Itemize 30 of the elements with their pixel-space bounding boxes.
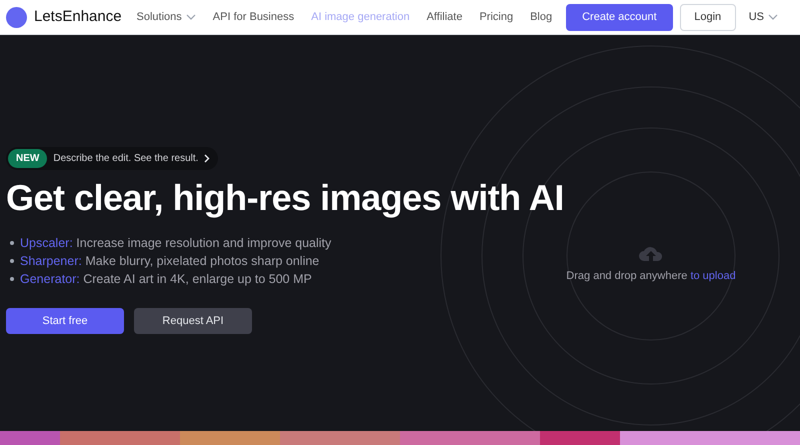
bullet-icon [10,259,14,263]
locale-dropdown[interactable]: US [748,8,778,26]
chevron-right-icon [204,154,210,163]
hero-heading: Get clear, high-res images with AI [6,176,565,220]
announcement-pill[interactable]: NEW Describe the edit. See the result. [6,147,218,170]
create-account-button[interactable]: Create account [566,4,673,30]
feature-link[interactable]: Generator: [20,272,80,286]
bullet-icon [10,277,14,281]
nav-link[interactable]: Pricing [479,8,514,26]
nav-link[interactable]: Affiliate [426,8,462,26]
nav-link[interactable]: API for Business [212,8,294,26]
feature-text: Generator: Create AI art in 4K, enlarge up to 500 MP [20,270,312,288]
announcement-text: Describe the edit. See the result. [53,152,198,166]
brand-name[interactable]: LetsEnhance [34,6,122,28]
caret-icon [768,14,778,20]
feature-text: Sharpener: Make blurry, pixelated photos sharp online [20,252,320,270]
upload-link[interactable]: to upload [690,270,736,282]
cloud-upload-icon [638,244,664,262]
bullet-icon [10,241,14,245]
nav-link[interactable]: Blog [530,8,552,26]
feature-link[interactable]: Upscaler: [20,236,73,250]
feature-link[interactable]: Sharpener: [20,254,82,268]
nav-link[interactable]: Solutions [136,8,196,26]
new-badge: NEW [8,149,48,168]
upload-hint: Drag and drop anywhere to upload [566,269,736,284]
start-free-button[interactable]: Start free [6,308,124,334]
request-api-button[interactable]: Request API [134,308,252,334]
logo-icon[interactable] [6,6,27,28]
login-button[interactable]: Login [680,4,736,30]
feature-text: Upscaler: Increase image resolution and improve quality [20,234,332,252]
